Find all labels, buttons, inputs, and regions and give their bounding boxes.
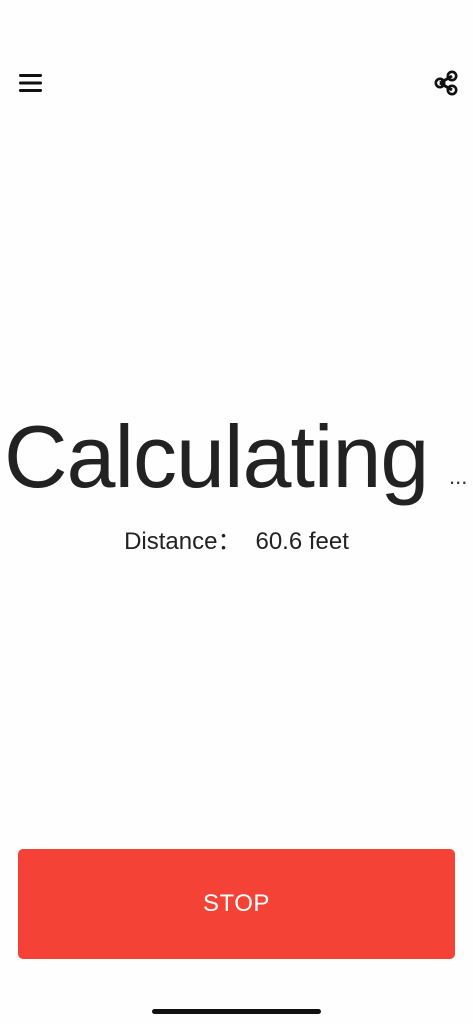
menu-button[interactable] — [9, 61, 53, 105]
distance-value: 60.6 feet — [255, 528, 349, 555]
distance-readout: Distance： 60.6 feet — [0, 526, 473, 558]
share-icon — [434, 70, 458, 96]
status-ellipsis: ... — [449, 464, 468, 489]
share-button[interactable] — [424, 61, 468, 105]
distance-label: Distance： — [124, 528, 242, 555]
hamburger-menu-icon — [19, 74, 42, 92]
status-area: Calculating ... — [0, 402, 473, 512]
home-indicator[interactable] — [152, 1009, 321, 1014]
stop-button[interactable]: STOP — [18, 849, 455, 959]
top-app-bar — [0, 58, 473, 110]
status-text: Calculating — [4, 407, 429, 506]
